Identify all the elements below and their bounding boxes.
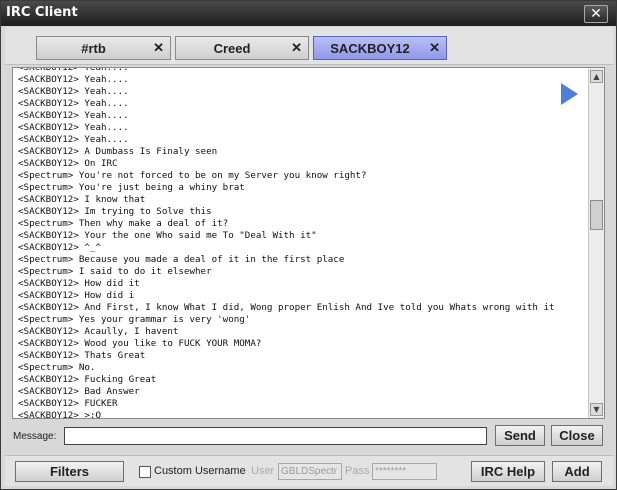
window-title: IRC Client <box>6 5 78 20</box>
tab-label: SACKBOY12 <box>330 41 410 56</box>
chat-line: <SACKBOY12> ^_^ <box>18 242 101 253</box>
tab-close-icon[interactable]: ✕ <box>153 40 164 56</box>
chat-line: <SACKBOY12> Wood you like to FUCK YOUR M… <box>18 338 262 349</box>
chat-line: <SACKBOY12> Yeah.... <box>18 110 129 121</box>
chat-line: <SACKBOY12> A Dumbass Is Finaly seen <box>18 146 218 157</box>
pass-field[interactable]: ******** <box>372 463 437 480</box>
tab-creed[interactable]: Creed ✕ <box>175 36 309 60</box>
irc-help-button[interactable]: IRC Help <box>471 461 545 482</box>
scroll-down-arrow-icon[interactable]: ▼ <box>590 403 603 416</box>
tab-close-icon[interactable]: ✕ <box>429 40 440 56</box>
tab-label: Creed <box>213 41 251 56</box>
user-label: User <box>251 465 275 477</box>
chat-line: <SACKBOY12> FUCKER <box>18 398 118 409</box>
tab-sackboy12[interactable]: SACKBOY12 ✕ <box>313 36 447 60</box>
chat-line: <Spectrum> I said to do it elsewher <box>18 266 212 277</box>
chat-line: <SACKBOY12> Yeah.... <box>18 74 129 85</box>
chat-line: <SACKBOY12> Yeah.... <box>18 86 129 97</box>
custom-username-checkbox[interactable] <box>139 466 151 478</box>
send-button[interactable]: Send <box>495 425 545 446</box>
chat-line: <SACKBOY12> On IRC <box>18 158 118 169</box>
close-button[interactable]: Close <box>551 425 603 446</box>
window-close-button[interactable]: ✕ <box>584 5 608 23</box>
filters-button[interactable]: Filters <box>15 461 124 482</box>
chat-line: <SACKBOY12> Acaully, I havent <box>18 326 179 337</box>
chat-line: <SACKBOY12> Bad Answer <box>18 386 140 397</box>
chat-line: <Spectrum> Because you made a deal of it… <box>18 254 345 265</box>
chat-line: <SACKBOY12> Your the one Who said me To … <box>18 230 317 241</box>
scroll-thumb[interactable] <box>590 200 603 230</box>
message-input[interactable] <box>64 427 487 445</box>
scroll-up-arrow-icon[interactable]: ▲ <box>590 70 603 83</box>
mouse-cursor-icon <box>561 83 578 105</box>
chat-line: <SACKBOY12> How did it <box>18 278 140 289</box>
add-button[interactable]: Add <box>552 461 602 482</box>
chat-line: <SACKBOY12> And First, I know What I did… <box>18 302 555 313</box>
chat-line: <Spectrum> No. <box>18 362 96 373</box>
message-label: Message: <box>13 431 57 442</box>
chat-line: <Spectrum> You're just being a whiny bra… <box>18 182 245 193</box>
chat-lines: <SACKBOY12> Yeah.... <SACKBOY12> Yeah....… <box>18 67 588 419</box>
chat-line: <SACKBOY12> Thats Great <box>18 350 146 361</box>
tab-strip: #rtb ✕ Creed ✕ SACKBOY12 ✕ <box>5 27 613 65</box>
chat-log[interactable]: <SACKBOY12> Yeah.... <SACKBOY12> Yeah....… <box>12 67 605 419</box>
chat-line: <Spectrum> You're not forced to be on my… <box>18 170 367 181</box>
tab-rtb[interactable]: #rtb ✕ <box>36 36 171 60</box>
chat-line: <SACKBOY12> I know that <box>18 194 146 205</box>
chat-line: <SACKBOY12> How did i <box>18 290 135 301</box>
custom-username-label: Custom Username <box>154 465 246 477</box>
chat-line: <Spectrum> Then why make a deal of it? <box>18 218 229 229</box>
chat-line: <SACKBOY12> Yeah.... <box>18 67 129 73</box>
tab-label: #rtb <box>81 41 106 56</box>
chat-line: <SACKBOY12> Fucking Great <box>18 374 157 385</box>
chat-line: <SACKBOY12> Im trying to Solve this <box>18 206 212 217</box>
chat-line: <SACKBOY12> >:O <box>18 410 101 419</box>
chat-scrollbar[interactable]: ▲ ▼ <box>588 68 604 418</box>
chat-line: <Spectrum> Yes your grammar is very 'won… <box>18 314 251 325</box>
chat-line: <SACKBOY12> Yeah.... <box>18 134 129 145</box>
pass-label: Pass <box>345 465 370 477</box>
irc-client-window: IRC Client ✕ #rtb ✕ Creed ✕ SACKBOY12 ✕ … <box>0 0 617 490</box>
user-field[interactable]: GBLDSpectr <box>278 463 342 480</box>
title-bar[interactable]: IRC Client ✕ <box>1 1 616 26</box>
tab-close-icon[interactable]: ✕ <box>291 40 302 56</box>
chat-line: <SACKBOY12> Yeah.... <box>18 98 129 109</box>
chat-line: <SACKBOY12> Yeah.... <box>18 122 129 133</box>
